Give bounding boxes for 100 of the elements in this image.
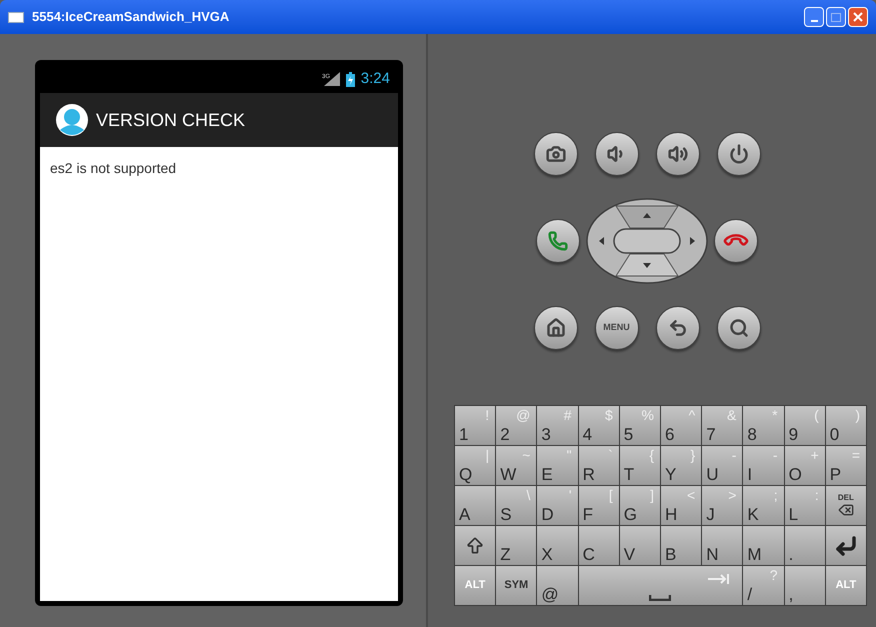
keyboard-key[interactable]: N (702, 526, 744, 566)
alternate-character: " (566, 448, 572, 462)
maximize-icon (831, 12, 841, 22)
backspace-icon (838, 502, 854, 518)
keyboard-key[interactable]: O + (784, 446, 826, 486)
alternate-character: \ (526, 488, 530, 502)
search-button[interactable] (716, 306, 760, 350)
keyboard-key[interactable]: I - (743, 446, 785, 486)
camera-icon (546, 144, 566, 164)
keyboard-key[interactable]: . (784, 526, 826, 566)
keyboard-key[interactable]: R ` (578, 446, 620, 486)
keyboard-key[interactable]: 1 ! (455, 406, 496, 446)
alternate-character: # (564, 408, 572, 422)
window-title: 5554:IceCreamSandwich_HVGA (32, 8, 230, 26)
alternate-character: ^ (688, 408, 696, 422)
alternate-character: ! (485, 408, 490, 422)
keyboard-key[interactable]: G ] (620, 486, 661, 526)
power-icon (728, 144, 748, 164)
keyboard-key[interactable]: H < (661, 486, 702, 526)
back-button[interactable] (656, 306, 700, 350)
space-key[interactable] (578, 566, 744, 606)
hang-up-button[interactable] (714, 219, 758, 263)
keyboard-key[interactable]: @ (537, 566, 579, 606)
alternate-character: : (814, 488, 819, 502)
alternate-character: $ (605, 408, 613, 422)
sym-key[interactable]: SYM (496, 566, 538, 606)
alternate-character: - (772, 448, 778, 462)
keyboard-key[interactable]: Q | (455, 446, 496, 486)
keyboard-key[interactable]: B (661, 526, 702, 566)
keyboard-key[interactable]: E " (537, 446, 579, 486)
keyboard-key[interactable]: C (578, 526, 620, 566)
alternate-character: ] (650, 488, 654, 502)
keyboard-key[interactable]: 2 @ (496, 406, 538, 446)
enter-key[interactable] (826, 526, 867, 566)
phone-button[interactable] (536, 219, 580, 263)
alternate-character: % (642, 408, 654, 422)
keyboard-key[interactable]: , (784, 566, 826, 606)
maximize-button[interactable] (826, 7, 846, 27)
keyboard-key[interactable]: 0 ) (826, 406, 867, 446)
keyboard-key[interactable]: F [ (578, 486, 620, 526)
keyboard-key[interactable]: A (455, 486, 496, 526)
keyboard-key[interactable]: L : (784, 486, 826, 526)
status-message: es2 is not supported (50, 160, 176, 176)
volume-down-button[interactable] (594, 132, 638, 176)
keyboard-key[interactable]: K ; (743, 486, 785, 526)
alternate-character: { (649, 448, 654, 462)
keyboard-key[interactable]: X (537, 526, 579, 566)
keyboard-key[interactable]: 7 & (702, 406, 744, 446)
keyboard-key[interactable]: W ~ (496, 446, 538, 486)
keyboard-key[interactable]: 6 ^ (661, 406, 702, 446)
home-icon (546, 318, 566, 338)
menu-button[interactable]: MENU (594, 306, 638, 350)
space-bar-icon (649, 595, 672, 601)
alternate-character: ( (814, 408, 819, 422)
alternate-character: ? (770, 568, 778, 582)
alternate-character: @ (516, 408, 530, 422)
dpad-drawing[interactable] (586, 198, 708, 284)
keyboard-key[interactable]: J > (702, 486, 744, 526)
status-time: 3:24 (360, 68, 390, 89)
keyboard-key[interactable]: Z (496, 526, 538, 566)
keyboard-key[interactable]: D ' (537, 486, 579, 526)
power-button[interactable] (716, 132, 760, 176)
window-icon (8, 12, 24, 22)
keyboard-key[interactable]: 5 % (620, 406, 661, 446)
app-avatar-icon (56, 104, 88, 136)
keyboard-key[interactable]: U - (702, 446, 744, 486)
keyboard-key[interactable]: 8 * (743, 406, 785, 446)
delete-key[interactable]: DEL (826, 486, 867, 526)
shift-key[interactable] (455, 526, 496, 566)
alternate-character: ) (855, 408, 860, 422)
alternate-character: & (727, 408, 736, 422)
keyboard-key[interactable]: P = (826, 446, 867, 486)
search-icon (728, 318, 748, 338)
keyboard-key[interactable]: Y } (661, 446, 702, 486)
keyboard-key[interactable]: / ? (743, 566, 785, 606)
camera-button[interactable] (534, 132, 578, 176)
keyboard-key[interactable]: V (620, 526, 661, 566)
shift-icon (465, 536, 486, 556)
close-button[interactable] (848, 7, 868, 27)
keyboard-key[interactable]: S \ (496, 486, 538, 526)
alternate-character: ~ (522, 448, 530, 462)
minimize-icon (810, 20, 818, 22)
battery-charging-icon (346, 72, 355, 86)
keyboard-key[interactable]: T { (620, 446, 661, 486)
alternate-character: - (732, 448, 736, 462)
alternate-character: * (772, 408, 778, 422)
alternate-character: > (728, 488, 736, 502)
keyboard-key[interactable]: 3 # (537, 406, 579, 446)
back-icon (668, 318, 688, 338)
volume-up-button[interactable] (656, 132, 700, 176)
keyboard-key[interactable]: M (743, 526, 785, 566)
home-button[interactable] (534, 306, 578, 350)
alternate-character: ' (568, 488, 572, 502)
keyboard-key[interactable]: 4 $ (578, 406, 620, 446)
tab-arrow-icon (708, 574, 730, 584)
minimize-button[interactable] (804, 7, 824, 27)
keyboard-key[interactable]: 9 ( (784, 406, 826, 446)
alternate-character: } (690, 448, 696, 462)
alternate-character: [ (608, 488, 613, 502)
enter-icon (834, 534, 858, 558)
